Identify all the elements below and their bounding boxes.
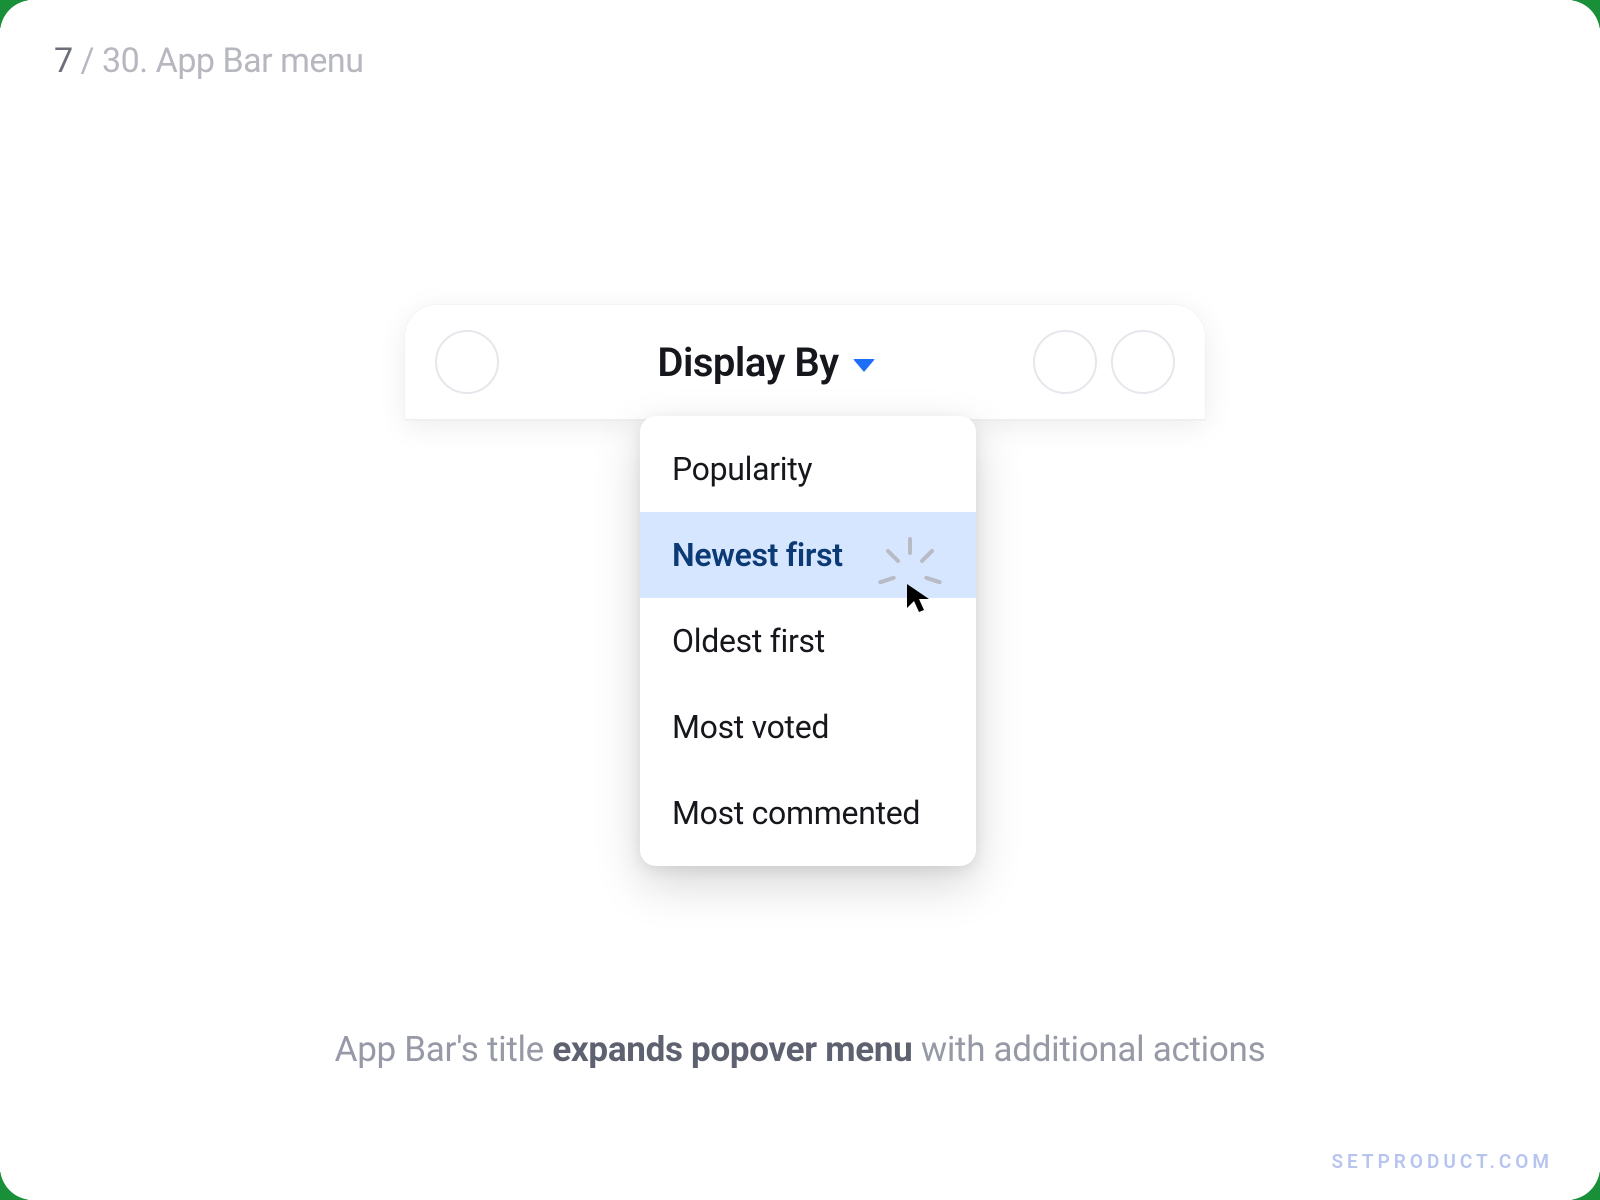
menu-item-most-commented[interactable]: Most commented xyxy=(640,770,976,856)
slide-frame: 7 / 30. App Bar menu Display By Populari… xyxy=(5,5,1595,1195)
menu-item-most-voted[interactable]: Most voted xyxy=(640,684,976,770)
menu-item-oldest-first[interactable]: Oldest first xyxy=(640,598,976,684)
breadcrumb-current: 7 xyxy=(54,41,73,81)
appbar-left-placeholder-icon[interactable] xyxy=(435,330,499,394)
caption-bold: expands popover menu xyxy=(552,1029,912,1070)
menu-item-popularity[interactable]: Popularity xyxy=(640,426,976,512)
caption-post: with additional actions xyxy=(912,1029,1265,1070)
appbar-title-label: Display By xyxy=(657,339,838,386)
caret-down-icon xyxy=(853,359,875,372)
appbar-title-dropdown[interactable]: Display By xyxy=(499,339,1033,386)
app-bar: Display By xyxy=(405,305,1205,420)
appbar-action-placeholder-2-icon[interactable] xyxy=(1111,330,1175,394)
breadcrumb-sep: / xyxy=(81,41,102,81)
breadcrumb-title: App Bar menu xyxy=(156,41,364,81)
watermark: SETPRODUCT.COM xyxy=(1331,1150,1553,1173)
caption: App Bar's title expands popover menu wit… xyxy=(5,1029,1595,1070)
breadcrumb-dot: . xyxy=(139,41,155,81)
appbar-action-placeholder-1-icon[interactable] xyxy=(1033,330,1097,394)
breadcrumb: 7 / 30. App Bar menu xyxy=(54,41,363,81)
breadcrumb-total: 30 xyxy=(102,41,139,81)
menu-item-newest-first[interactable]: Newest first xyxy=(640,512,976,598)
popover-menu: Popularity Newest first Oldest first Mos… xyxy=(640,416,976,866)
appbar-right-actions xyxy=(1033,330,1175,394)
caption-pre: App Bar's title xyxy=(335,1029,553,1070)
